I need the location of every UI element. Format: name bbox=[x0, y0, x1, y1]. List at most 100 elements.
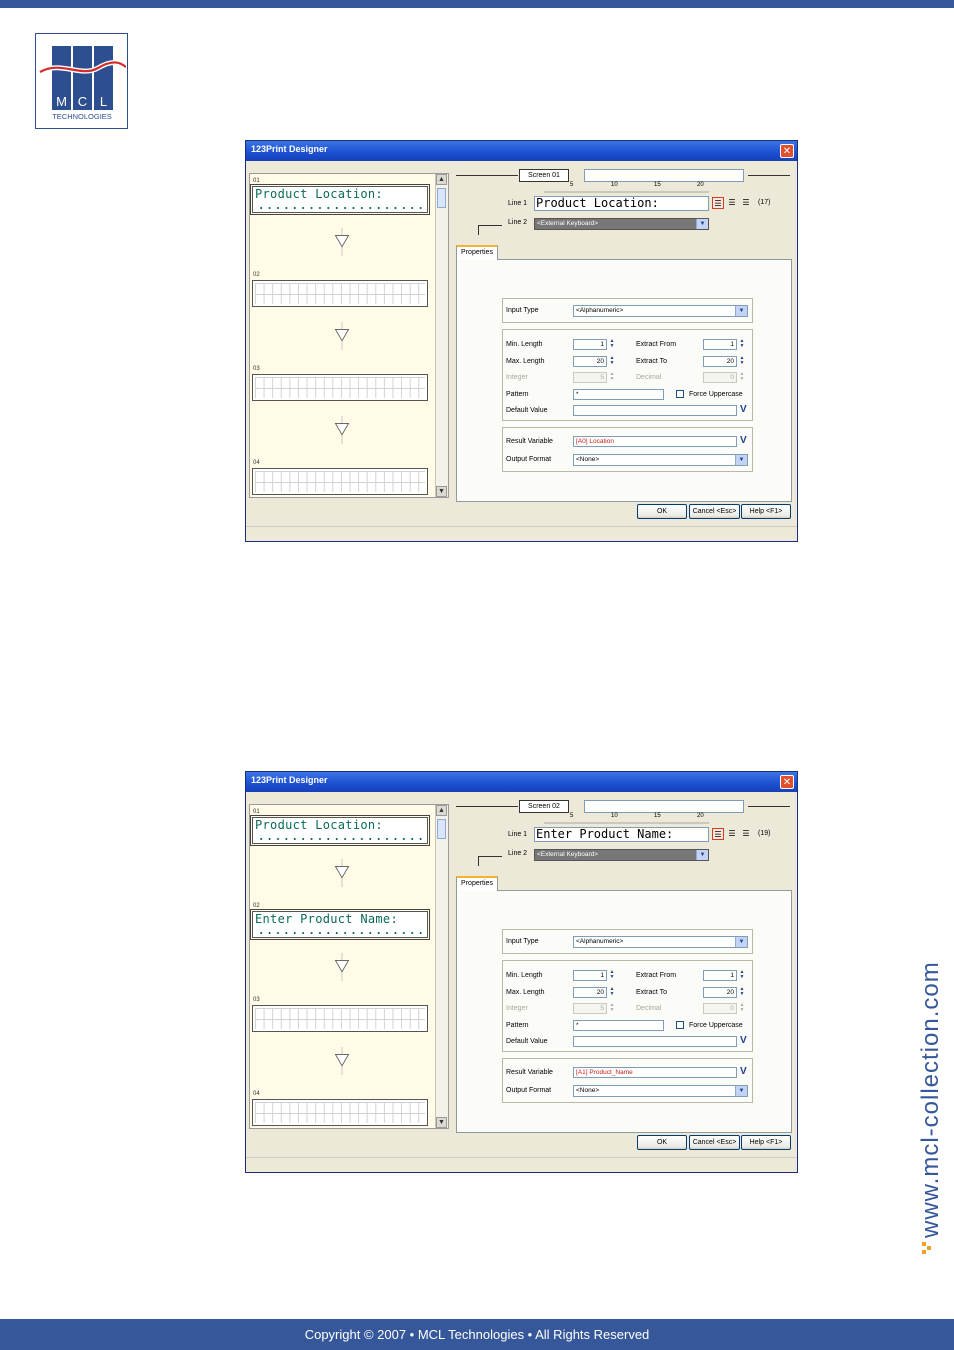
input-type-select[interactable]: <Alphanumeric> ▼ bbox=[573, 305, 748, 317]
max-length-input[interactable]: 20 bbox=[573, 356, 607, 367]
tab-properties[interactable]: Properties bbox=[456, 876, 498, 891]
variable-picker-icon[interactable]: V bbox=[740, 405, 747, 415]
chevron-down-icon[interactable]: ▼ bbox=[735, 306, 747, 316]
line1-label: Line 1 bbox=[508, 831, 528, 838]
tab-properties[interactable]: Properties bbox=[456, 245, 498, 260]
extract-to-input[interactable]: 20 bbox=[703, 356, 737, 367]
variable-picker-icon[interactable]: V bbox=[740, 1036, 747, 1046]
title-bar[interactable]: 123Print Designer ✕ bbox=[246, 772, 797, 792]
output-format-select[interactable]: <None> ▼ bbox=[573, 454, 748, 466]
decimal-input[interactable]: 0 bbox=[703, 1003, 737, 1014]
logo-tagline: TECHNOLOGIES bbox=[52, 112, 112, 121]
screen-list[interactable]: 01 Product Location: 02 Enter Product Name:… bbox=[249, 804, 449, 1129]
screen-preview-03[interactable] bbox=[252, 374, 428, 401]
decimal-input[interactable]: 0 bbox=[703, 372, 737, 383]
screen-name-input[interactable] bbox=[584, 169, 744, 182]
screen-preview-01[interactable]: Product Location: bbox=[250, 184, 430, 215]
integer-spinner-icon[interactable]: ▲ ▼ bbox=[608, 1003, 616, 1014]
force-uppercase-checkbox[interactable] bbox=[676, 1021, 684, 1029]
screen-list-scrollbar[interactable]: ▲ ▼ bbox=[435, 174, 448, 497]
integer-spinner-icon[interactable]: ▲ ▼ bbox=[608, 372, 616, 383]
integer-input[interactable]: 5 bbox=[573, 372, 607, 383]
extract-from-input[interactable]: 1 bbox=[703, 339, 737, 350]
extract-from-input[interactable]: 1 bbox=[703, 970, 737, 981]
min-length-input[interactable]: 1 bbox=[573, 339, 607, 350]
cancel-button[interactable]: Cancel <Esc> bbox=[689, 1135, 740, 1150]
input-type-select[interactable]: <Alphanumeric> ▼ bbox=[573, 936, 748, 948]
line2-select[interactable]: <External Keyboard> ▼ bbox=[534, 218, 709, 230]
output-format-label: Output Format bbox=[506, 456, 552, 463]
output-format-select[interactable]: <None> ▼ bbox=[573, 1085, 748, 1097]
screen-list-scrollbar[interactable]: ▲ ▼ bbox=[435, 805, 448, 1128]
extract-from-spinner-icon[interactable]: ▲ ▼ bbox=[738, 970, 746, 981]
variable-picker-icon[interactable]: V bbox=[740, 1067, 747, 1077]
align-center-icon[interactable]: ☰ bbox=[726, 197, 738, 209]
pattern-input[interactable]: * bbox=[573, 1020, 664, 1031]
scroll-thumb[interactable] bbox=[437, 819, 446, 839]
screen-list[interactable]: 01 Product Location: 02 03 04 ▲ ▼ bbox=[249, 173, 449, 498]
line1-input[interactable]: Enter Product Name: bbox=[534, 827, 709, 842]
screen-preview-04[interactable] bbox=[252, 468, 428, 495]
align-right-icon[interactable]: ☰ bbox=[740, 828, 752, 840]
screen-preview-01[interactable]: Product Location: bbox=[250, 815, 430, 846]
result-variable-input[interactable]: [A0] Location bbox=[573, 436, 737, 447]
max-length-spinner-icon[interactable]: ▲ ▼ bbox=[608, 987, 616, 998]
input-type-label: Input Type bbox=[506, 938, 539, 945]
flow-arrow-icon bbox=[334, 322, 350, 350]
pattern-input[interactable]: * bbox=[573, 389, 664, 400]
decimal-spinner-icon[interactable]: ▲ ▼ bbox=[738, 1003, 746, 1014]
ok-button[interactable]: OK bbox=[637, 1135, 687, 1150]
scroll-down-icon[interactable]: ▼ bbox=[436, 486, 447, 497]
align-left-icon[interactable]: ☰ bbox=[712, 828, 724, 840]
chevron-down-icon[interactable]: ▼ bbox=[696, 219, 708, 229]
screen-preview-02[interactable]: Enter Product Name: bbox=[250, 909, 430, 940]
line2-label: Line 2 bbox=[508, 850, 528, 857]
extract-to-spinner-icon[interactable]: ▲ ▼ bbox=[738, 987, 746, 998]
scroll-up-icon[interactable]: ▲ bbox=[436, 174, 447, 185]
screen-name-input[interactable] bbox=[584, 800, 744, 813]
line2-select[interactable]: <External Keyboard> ▼ bbox=[534, 849, 709, 861]
force-uppercase-checkbox[interactable] bbox=[676, 390, 684, 398]
integer-label: Integer bbox=[506, 1005, 528, 1012]
screen-preview-input-dots bbox=[257, 207, 423, 209]
title-bar[interactable]: 123Print Designer ✕ bbox=[246, 141, 797, 161]
chevron-down-icon[interactable]: ▼ bbox=[696, 850, 708, 860]
screen-preview-02[interactable] bbox=[252, 280, 428, 307]
help-button[interactable]: Help <F1> bbox=[741, 1135, 791, 1150]
mcl-logo: M C L TECHNOLOGIES bbox=[35, 33, 128, 129]
extract-from-spinner-icon[interactable]: ▲ ▼ bbox=[738, 339, 746, 350]
cancel-button[interactable]: Cancel <Esc> bbox=[689, 504, 740, 519]
help-button[interactable]: Help <F1> bbox=[741, 504, 791, 519]
chevron-down-icon[interactable]: ▼ bbox=[735, 455, 747, 465]
scroll-down-icon[interactable]: ▼ bbox=[436, 1117, 447, 1128]
align-left-icon[interactable]: ☰ bbox=[712, 197, 724, 209]
extract-to-spinner-icon[interactable]: ▲ ▼ bbox=[738, 356, 746, 367]
close-button[interactable]: ✕ bbox=[780, 144, 794, 158]
min-length-spinner-icon[interactable]: ▲ ▼ bbox=[608, 339, 616, 350]
screen-preview-03[interactable] bbox=[252, 1005, 428, 1032]
line1-input[interactable]: Product Location: bbox=[534, 196, 709, 211]
scroll-up-icon[interactable]: ▲ bbox=[436, 805, 447, 816]
variable-picker-icon[interactable]: V bbox=[740, 436, 747, 446]
min-length-spinner-icon[interactable]: ▲ ▼ bbox=[608, 970, 616, 981]
max-length-input[interactable]: 20 bbox=[573, 987, 607, 998]
screen-preview-04[interactable] bbox=[252, 1099, 428, 1126]
result-variable-label: Result Variable bbox=[506, 438, 553, 445]
chevron-down-icon[interactable]: ▼ bbox=[735, 1086, 747, 1096]
ok-button[interactable]: OK bbox=[637, 504, 687, 519]
screen-preview-grid bbox=[255, 1008, 425, 1029]
decimal-label: Decimal bbox=[636, 1005, 662, 1012]
scroll-thumb[interactable] bbox=[437, 188, 446, 208]
result-variable-input[interactable]: [A1] Product_Name bbox=[573, 1067, 737, 1078]
max-length-spinner-icon[interactable]: ▲ ▼ bbox=[608, 356, 616, 367]
chevron-down-icon[interactable]: ▼ bbox=[735, 937, 747, 947]
extract-to-input[interactable]: 20 bbox=[703, 987, 737, 998]
decimal-spinner-icon[interactable]: ▲ ▼ bbox=[738, 372, 746, 383]
integer-input[interactable]: 5 bbox=[573, 1003, 607, 1014]
close-button[interactable]: ✕ bbox=[780, 775, 794, 789]
default-value-input[interactable] bbox=[573, 1036, 737, 1047]
min-length-input[interactable]: 1 bbox=[573, 970, 607, 981]
default-value-input[interactable] bbox=[573, 405, 737, 416]
align-right-icon[interactable]: ☰ bbox=[740, 197, 752, 209]
align-center-icon[interactable]: ☰ bbox=[726, 828, 738, 840]
